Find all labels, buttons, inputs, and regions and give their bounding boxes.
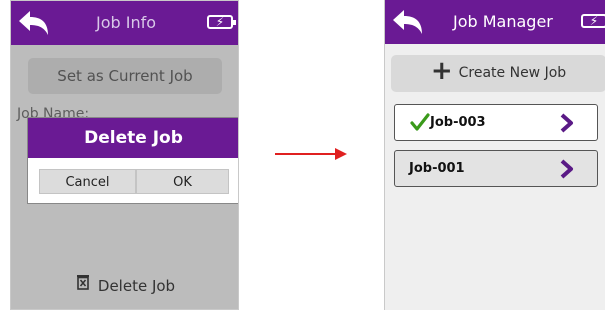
chevron-right-icon[interactable] — [560, 113, 574, 137]
create-new-job-button[interactable]: + Create New Job — [391, 55, 605, 92]
dialog-title: Delete Job — [28, 118, 238, 158]
back-arrow-icon[interactable] — [17, 9, 51, 41]
transition-arrow-icon — [275, 145, 349, 167]
check-icon — [410, 112, 430, 136]
job-manager-header: Job Manager ⚡ — [385, 0, 605, 44]
plus-icon: + — [430, 56, 453, 86]
battery-charging-icon: ⚡ — [581, 14, 605, 28]
cancel-button[interactable]: Cancel — [39, 169, 136, 194]
battery-charging-icon: ⚡ — [207, 15, 236, 29]
job-info-screen: Job Info ⚡ Set as Current Job Job Name: … — [10, 0, 239, 310]
delete-job-label: Delete Job — [97, 277, 176, 295]
create-new-job-label: Create New Job — [458, 65, 567, 81]
delete-job-dialog: Delete Job Cancel OK — [27, 117, 238, 204]
delete-job-button[interactable]: Delete Job — [27, 267, 224, 305]
job-info-header: Job Info ⚡ — [11, 1, 238, 45]
back-arrow-icon[interactable] — [391, 8, 425, 40]
job-list-item[interactable]: Job-001 — [394, 150, 598, 187]
job-list-item[interactable]: Job-003 — [394, 104, 598, 141]
trash-icon — [76, 266, 90, 304]
chevron-right-icon[interactable] — [560, 159, 574, 183]
header-title: Job Manager — [453, 12, 553, 31]
job-manager-screen: Job Manager ⚡ + Create New Job Job-003 Jo… — [384, 0, 605, 310]
ok-button[interactable]: OK — [136, 169, 229, 194]
job-name: Job-001 — [409, 161, 465, 176]
header-title: Job Info — [96, 13, 157, 32]
job-name: Job-003 — [430, 115, 486, 130]
